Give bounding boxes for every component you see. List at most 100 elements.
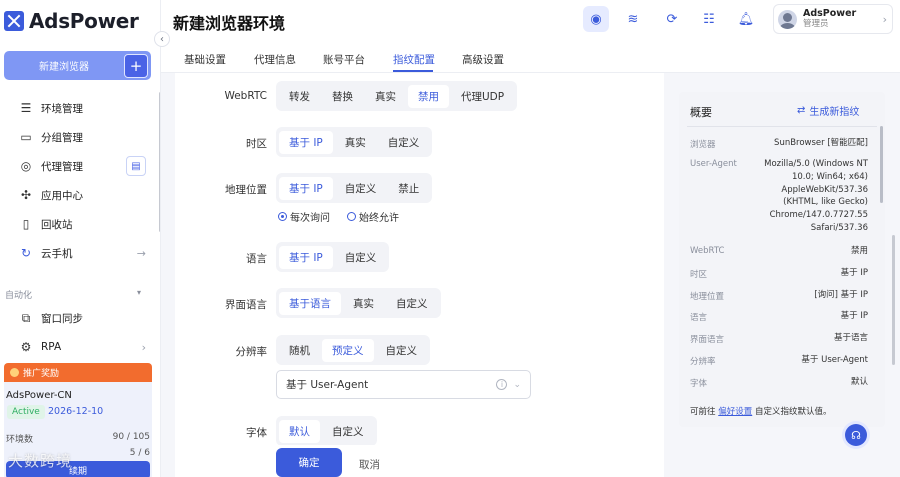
tab-advanced-settings[interactable]: 高级设置 (462, 52, 504, 67)
sidebar-item-group-management[interactable]: ▭ 分组管理 (0, 124, 158, 150)
overview-key: 地理位置 (690, 292, 725, 302)
timezone-label: 时区 (246, 138, 267, 150)
radio-dot (278, 212, 287, 221)
font-option[interactable]: 自定义 (322, 420, 374, 443)
language-option[interactable]: 基于 IP (279, 245, 333, 269)
user-name: AdsPower (803, 8, 857, 19)
sidebar-item-rpa[interactable]: ⚙ RPA › (0, 334, 158, 360)
fire-icon (10, 368, 19, 377)
sidebar-item-recycle-bin[interactable]: ▯ 回收站 (0, 211, 158, 237)
font-segmented: 默认 自定义 (276, 416, 377, 446)
language-option[interactable]: 自定义 (335, 246, 387, 269)
overview-key: 时区 (690, 270, 708, 280)
user-role: 管理员 (803, 19, 829, 29)
shuffle-icon: ⇄ (797, 105, 806, 116)
webrtc-option[interactable]: 真实 (365, 85, 406, 108)
fingerprint-tool-button[interactable]: ◉ (583, 6, 609, 32)
geo-option[interactable]: 自定义 (335, 177, 387, 200)
sidebar-item-env-management[interactable]: ☰ 环境管理 (0, 95, 158, 121)
timezone-option[interactable]: 真实 (335, 131, 376, 154)
geo-label: 地理位置 (225, 184, 267, 196)
webrtc-label: WebRTC (224, 90, 267, 102)
user-menu[interactable]: AdsPower 管理员 › (773, 4, 893, 34)
new-browser-button[interactable]: 新建浏览器 + (4, 51, 151, 80)
sidebar-item-label: 应用中心 (41, 189, 83, 202)
section-label-automation: 自动化 (5, 291, 33, 301)
resolution-option[interactable]: 随机 (279, 339, 320, 362)
cancel-button[interactable]: 取消 (359, 457, 380, 472)
timezone-option[interactable]: 基于 IP (279, 130, 333, 154)
webrtc-option[interactable]: 转发 (279, 85, 320, 108)
confirm-button[interactable]: 确定 (276, 448, 342, 477)
overview-value: 基于 User-Agent (801, 355, 868, 365)
promo-banner[interactable]: 推广奖励 (4, 363, 152, 382)
list-icon: ☰ (20, 101, 32, 115)
fingerprint-form: WebRTC 转发 替换 真实 禁用 代理UDP 时区 基于 IP 真实 自定义… (175, 73, 664, 446)
radio-always-allow[interactable]: 始终允许 (347, 209, 399, 224)
overview-key: 浏览器 (690, 140, 716, 150)
webrtc-option[interactable]: 禁用 (408, 84, 449, 108)
network-button[interactable]: ≋ (620, 6, 646, 32)
radio-label: 每次询问 (290, 213, 330, 224)
sidebar-item-window-sync[interactable]: ⧉ 窗口同步 (0, 305, 158, 331)
sidebar-item-cloud-phone[interactable]: ↻ 云手机 → (0, 240, 158, 266)
tab-account-platform[interactable]: 账号平台 (323, 52, 365, 67)
resolution-option[interactable]: 自定义 (376, 339, 428, 362)
add-icon[interactable]: + (124, 53, 148, 78)
ui-language-option[interactable]: 基于语言 (279, 291, 341, 315)
resolution-select[interactable]: 基于 User-Agent i ⌄ (276, 370, 531, 399)
sidebar-item-app-center[interactable]: ✣ 应用中心 (0, 182, 158, 208)
adspower-logo-icon (4, 11, 24, 31)
font-label: 字体 (246, 427, 267, 439)
generate-fingerprint-button[interactable]: ⇄ 生成新指纹 (797, 103, 859, 118)
ui-language-option[interactable]: 真实 (343, 292, 384, 315)
geo-option[interactable]: 基于 IP (279, 176, 333, 200)
ui-language-option[interactable]: 自定义 (386, 292, 438, 315)
overview-value: 基于 IP (840, 268, 868, 278)
webrtc-option[interactable]: 代理UDP (451, 85, 514, 108)
sidebar-item-label: 环境管理 (41, 102, 83, 115)
chevron-left-icon: ‹ (160, 33, 164, 45)
sync-status-button[interactable]: ⟳ (659, 6, 685, 32)
notification-button[interactable]: 🔔︎ (733, 6, 759, 32)
task-list-button[interactable]: ☷ (696, 6, 722, 32)
support-chat-button[interactable]: ☊ (845, 424, 867, 446)
page-scrollbar[interactable] (892, 235, 895, 365)
promo-label: 推广奖励 (23, 369, 60, 379)
tab-proxy-info[interactable]: 代理信息 (254, 52, 296, 67)
overview-key: User-Agent (690, 159, 737, 169)
arrow-right-icon: → (136, 246, 146, 260)
tab-fingerprint[interactable]: 指纹配置 (393, 52, 435, 67)
signal-icon: ◉ (590, 11, 602, 27)
resolution-option[interactable]: 预定义 (322, 338, 374, 362)
tab-basic-settings[interactable]: 基础设置 (184, 52, 226, 67)
overview-scrollbar[interactable] (880, 126, 883, 203)
generate-label: 生成新指纹 (809, 107, 860, 118)
preferences-link[interactable]: 偏好设置 (718, 407, 752, 417)
bell-icon: 🔔︎ (737, 11, 755, 27)
chevron-down-icon[interactable]: ▾ (137, 288, 141, 297)
timezone-option[interactable]: 自定义 (378, 131, 430, 154)
overview-value: 禁用 (850, 246, 868, 256)
webrtc-option[interactable]: 替换 (322, 85, 363, 108)
overview-value: Mozilla/5.0 (Windows NT 10.0; Win64; x64… (764, 159, 868, 233)
collapse-sidebar-button[interactable]: ‹ (154, 31, 170, 47)
refresh-icon: ⟳ (666, 11, 678, 27)
info-icon[interactable]: i (496, 379, 508, 390)
overview-value: 基于语言 (833, 333, 868, 343)
sidebar-scrollbar[interactable] (159, 92, 160, 232)
page-title: 新建浏览器环境 (173, 14, 286, 33)
overview-key: 界面语言 (690, 335, 725, 345)
shop-icon[interactable]: ▤ (126, 156, 146, 176)
overview-value: 基于 IP (840, 311, 868, 321)
geo-option[interactable]: 禁止 (388, 177, 429, 200)
overview-value: 默认 (850, 377, 868, 387)
headset-icon: ☊ (851, 428, 861, 442)
radio-ask-each-time[interactable]: 每次询问 (278, 209, 330, 224)
overview-key: 字体 (690, 379, 708, 389)
status-badge: Active (7, 405, 45, 419)
font-option[interactable]: 默认 (279, 419, 320, 443)
cloud-phone-icon: ↻ (20, 246, 32, 260)
brand-logo[interactable]: AdsPower (4, 9, 139, 33)
sidebar-item-proxy-management[interactable]: ◎ 代理管理 ▤ (0, 153, 158, 179)
